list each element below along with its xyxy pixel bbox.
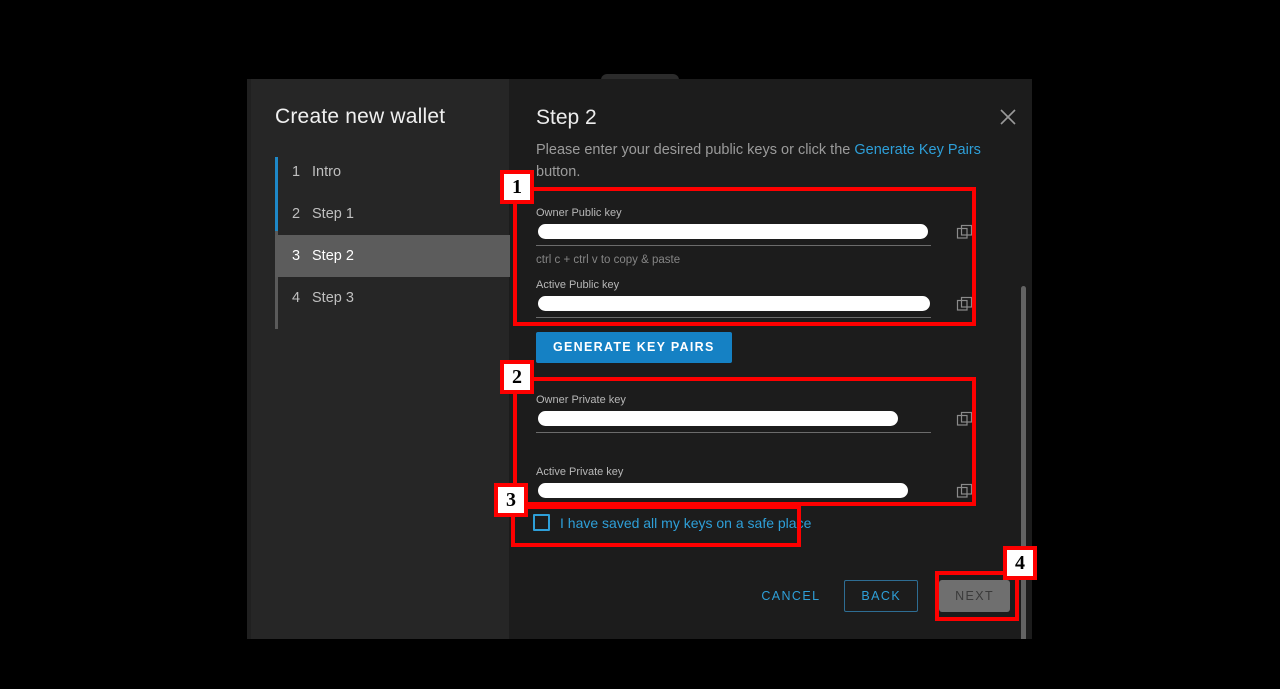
step-number: 2 xyxy=(292,206,301,222)
step-number: 3 xyxy=(292,248,301,264)
content-scrollbar-thumb[interactable] xyxy=(1021,286,1026,639)
close-icon[interactable] xyxy=(997,106,1019,128)
copy-icon[interactable] xyxy=(956,296,974,314)
field-label: Owner Private key xyxy=(536,394,626,406)
dialog-footer: CANCEL BACK NEXT xyxy=(747,580,1010,612)
copy-icon[interactable] xyxy=(956,224,974,242)
field-underline xyxy=(536,504,931,505)
saved-keys-checkbox[interactable] xyxy=(533,514,550,531)
step-number: 1 xyxy=(292,164,301,180)
owner-public-key-input[interactable] xyxy=(538,224,928,239)
step-heading: Step 2 xyxy=(536,106,597,129)
copy-icon[interactable] xyxy=(956,483,974,501)
owner-private-key-input[interactable] xyxy=(538,411,898,426)
active-public-key-field: Active Public key xyxy=(536,279,973,318)
create-wallet-dialog: Create new wallet 1 Intro 2 Step 1 3 Ste… xyxy=(247,79,1032,639)
copy-icon[interactable] xyxy=(956,411,974,429)
sidebar-item-intro[interactable]: 1 Intro xyxy=(275,151,510,193)
description-suffix: button. xyxy=(536,164,581,180)
field-input-row[interactable] xyxy=(536,411,973,433)
field-label: Active Public key xyxy=(536,279,620,291)
screen: Create new wallet 1 Intro 2 Step 1 3 Ste… xyxy=(0,0,1280,689)
owner-private-key-field: Owner Private key xyxy=(536,394,973,433)
saved-keys-checkbox-row[interactable]: I have saved all my keys on a safe place xyxy=(533,514,811,531)
back-button[interactable]: BACK xyxy=(844,580,919,612)
wizard-sidebar: Create new wallet 1 Intro 2 Step 1 3 Ste… xyxy=(247,79,510,639)
content-scrollbar-track[interactable] xyxy=(1020,79,1029,639)
step-label: Intro xyxy=(312,164,342,180)
field-input-row[interactable] xyxy=(536,296,973,318)
field-input-row[interactable] xyxy=(536,483,973,505)
wizard-content-panel: Step 2 Please enter your desired public … xyxy=(510,79,1032,639)
field-helper-text: ctrl c + ctrl v to copy & paste xyxy=(536,254,681,266)
sidebar-item-step-3[interactable]: 4 Step 3 xyxy=(275,277,510,319)
field-label: Owner Public key xyxy=(536,207,622,219)
step-description: Please enter your desired public keys or… xyxy=(536,139,991,183)
next-button[interactable]: NEXT xyxy=(939,580,1010,612)
step-label: Step 1 xyxy=(312,206,354,222)
active-private-key-field: Active Private key xyxy=(536,466,973,505)
step-label: Step 2 xyxy=(312,248,354,264)
field-label: Active Private key xyxy=(536,466,624,478)
field-underline xyxy=(536,317,931,318)
saved-keys-checkbox-label: I have saved all my keys on a safe place xyxy=(560,514,812,531)
generate-key-pairs-button[interactable]: GENERATE KEY PAIRS xyxy=(536,332,732,363)
field-underline xyxy=(536,245,931,246)
generate-key-pairs-link[interactable]: Generate Key Pairs xyxy=(854,142,981,158)
sidebar-edge-strip xyxy=(247,79,251,639)
field-underline xyxy=(536,432,931,433)
step-number: 4 xyxy=(292,290,301,306)
description-prefix: Please enter your desired public keys or… xyxy=(536,142,855,158)
active-private-key-input[interactable] xyxy=(538,483,908,498)
wizard-step-list: 1 Intro 2 Step 1 3 Step 2 4 Step 3 xyxy=(275,151,510,329)
step-label: Step 3 xyxy=(312,290,354,306)
page-title: Create new wallet xyxy=(275,105,446,128)
sidebar-item-step-1[interactable]: 2 Step 1 xyxy=(275,193,510,235)
owner-public-key-field: Owner Public key ctrl c + ctrl v to copy… xyxy=(536,207,973,266)
field-input-row[interactable] xyxy=(536,224,973,246)
sidebar-item-step-2[interactable]: 3 Step 2 xyxy=(275,235,510,277)
active-public-key-input[interactable] xyxy=(538,296,930,311)
cancel-button[interactable]: CANCEL xyxy=(747,580,834,612)
